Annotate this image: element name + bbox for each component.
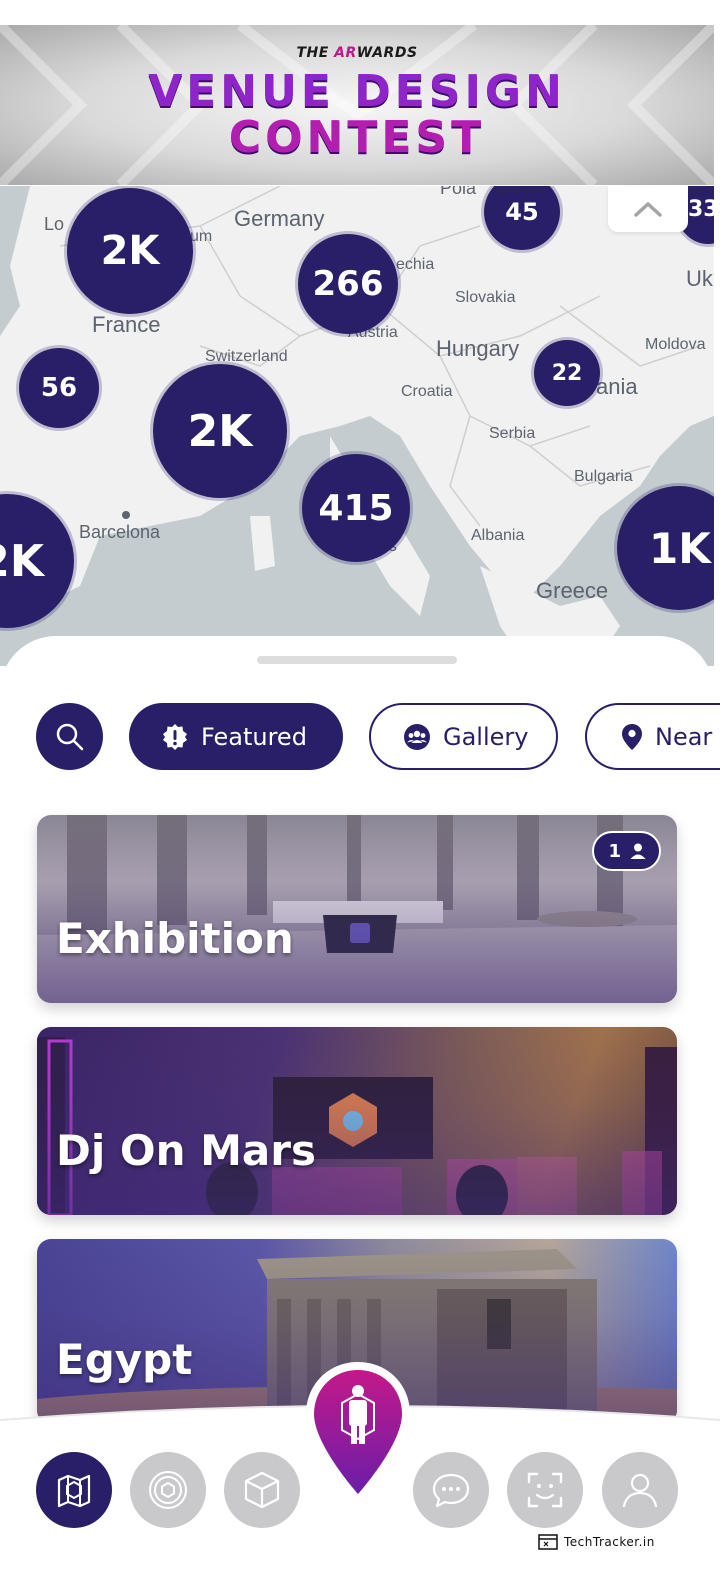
cluster-marker[interactable]: 415 <box>302 454 410 562</box>
card-shade <box>37 1027 677 1215</box>
cluster-marker[interactable]: 2K <box>67 188 193 314</box>
map-label-slovakia: Slovakia <box>455 289 516 306</box>
banner-small-title: THE ARWARDS <box>296 45 418 61</box>
sheet-grabber[interactable] <box>257 656 457 664</box>
watermark: TechTracker.in <box>538 1532 655 1552</box>
map-icon <box>57 1474 91 1508</box>
filter-featured[interactable]: Featured <box>129 703 343 770</box>
venue-card-exhibition[interactable]: 1 Exhibition <box>37 815 677 1003</box>
user-icon <box>630 843 646 859</box>
map-label-bulgaria: Bulgaria <box>574 468 633 485</box>
map-label-london-partial: Lo <box>44 214 65 234</box>
portal-icon <box>149 1471 187 1509</box>
map-label-poland-partial: Pola <box>440 186 477 198</box>
online-users-count: 1 <box>608 840 621 862</box>
online-users-badge: 1 <box>592 831 661 871</box>
venue-map[interactable]: Germany France Switzerland Austria Slova… <box>0 186 714 666</box>
banner-big-title: Venue Design Contest <box>0 69 714 161</box>
collapse-banner-button[interactable] <box>608 186 688 232</box>
filter-nearby-label: Near <box>655 722 713 751</box>
watermark-text: TechTracker.in <box>564 1535 655 1549</box>
city-dot-icon <box>122 511 130 519</box>
venue-title: Exhibition <box>56 914 294 963</box>
face-scan-icon <box>527 1472 563 1508</box>
location-pin-icon <box>622 723 642 750</box>
map-label-france: France <box>92 312 161 337</box>
chevron-up-icon <box>634 202 662 217</box>
profile-icon <box>622 1473 658 1508</box>
venue-title: Egypt <box>56 1335 193 1384</box>
nav-face-scan-button[interactable] <box>507 1452 583 1528</box>
nav-profile-button[interactable] <box>602 1452 678 1528</box>
nav-cube-button[interactable] <box>224 1452 300 1528</box>
map-label-czechia-partial: echia <box>396 256 435 273</box>
venue-card-dj-on-mars[interactable]: Dj On Mars <box>37 1027 677 1215</box>
nav-portal-button[interactable] <box>130 1452 206 1528</box>
map-label-romania-partial: ania <box>596 374 638 399</box>
search-icon <box>56 723 83 750</box>
contest-banner[interactable]: THE ARWARDS Venue Design Contest <box>0 25 714 185</box>
map-label-barcelona: Barcelona <box>79 522 161 542</box>
browser-window-icon <box>538 1534 558 1550</box>
map-label-moldova: Moldova <box>645 336 706 353</box>
card-shade <box>37 815 677 1003</box>
nav-chat-button[interactable] <box>413 1452 489 1528</box>
cluster-marker[interactable]: 22 <box>534 340 600 406</box>
search-button[interactable] <box>36 703 103 770</box>
featured-badge-icon <box>163 723 187 750</box>
avatar-pin-icon[interactable] <box>302 1358 414 1508</box>
cluster-marker[interactable]: 2K <box>153 364 287 498</box>
map-label-greece: Greece <box>536 578 609 603</box>
map-label-albania: Albania <box>471 527 525 544</box>
map-label-germany: Germany <box>234 206 325 231</box>
map-label-croatia: Croatia <box>401 383 453 400</box>
filter-nearby[interactable]: Near <box>585 703 720 770</box>
cluster-marker[interactable]: 56 <box>19 348 99 428</box>
map-label-belgium-partial: um <box>190 228 213 245</box>
map-label-ukraine-partial: Uk <box>686 266 713 291</box>
banner-title-line1: Venue Design <box>148 66 566 117</box>
banner-title-line2: Contest <box>228 112 486 163</box>
filter-gallery[interactable]: Gallery <box>369 703 558 770</box>
cube-icon <box>244 1471 280 1509</box>
nav-map-button[interactable] <box>36 1452 112 1528</box>
chat-icon <box>432 1473 470 1508</box>
cluster-marker[interactable]: 266 <box>298 234 398 334</box>
map-label-serbia: Serbia <box>489 425 536 442</box>
group-icon <box>404 723 430 750</box>
map-label-hungary: Hungary <box>436 336 520 361</box>
filter-gallery-label: Gallery <box>443 722 529 751</box>
filter-featured-label: Featured <box>201 722 307 751</box>
venue-title: Dj On Mars <box>56 1126 316 1175</box>
